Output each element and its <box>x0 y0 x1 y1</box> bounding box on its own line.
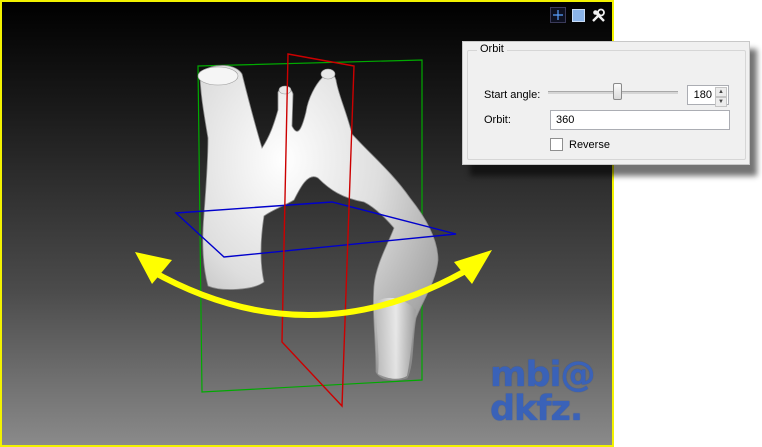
orbit-groupbox: Orbit Start angle: 180 ▲ ▼ Orbit: 360 Re… <box>467 43 746 160</box>
orbit-group-title: Orbit <box>477 43 507 55</box>
vessel-surface-model <box>197 65 439 381</box>
maximize-icon[interactable] <box>570 7 586 23</box>
orbit-panel: Orbit Start angle: 180 ▲ ▼ Orbit: 360 Re… <box>462 41 750 165</box>
start-angle-label: Start angle: <box>484 89 541 101</box>
spin-up-icon[interactable]: ▲ <box>715 87 727 97</box>
crosshair-icon[interactable] <box>550 7 566 23</box>
view-toolbar <box>550 7 606 23</box>
reverse-label: Reverse <box>569 139 610 151</box>
orbit-label: Orbit: <box>484 114 511 126</box>
mbi-dkfz-logo: mbi@ dkfz. <box>490 355 606 429</box>
start-angle-value: 180 <box>693 89 712 101</box>
orbit-field[interactable]: 360 <box>550 110 730 130</box>
tools-icon[interactable] <box>590 7 606 23</box>
spin-down-icon[interactable]: ▼ <box>715 97 727 107</box>
start-angle-spinbox[interactable]: 180 ▲ ▼ <box>687 85 729 107</box>
start-angle-slider-thumb[interactable] <box>613 83 622 100</box>
logo-line-1: mbi@ <box>490 355 596 395</box>
orbit-rotation-arrow <box>135 250 492 318</box>
reverse-checkbox[interactable] <box>550 138 563 151</box>
logo-line-2: dkfz. <box>490 389 583 429</box>
